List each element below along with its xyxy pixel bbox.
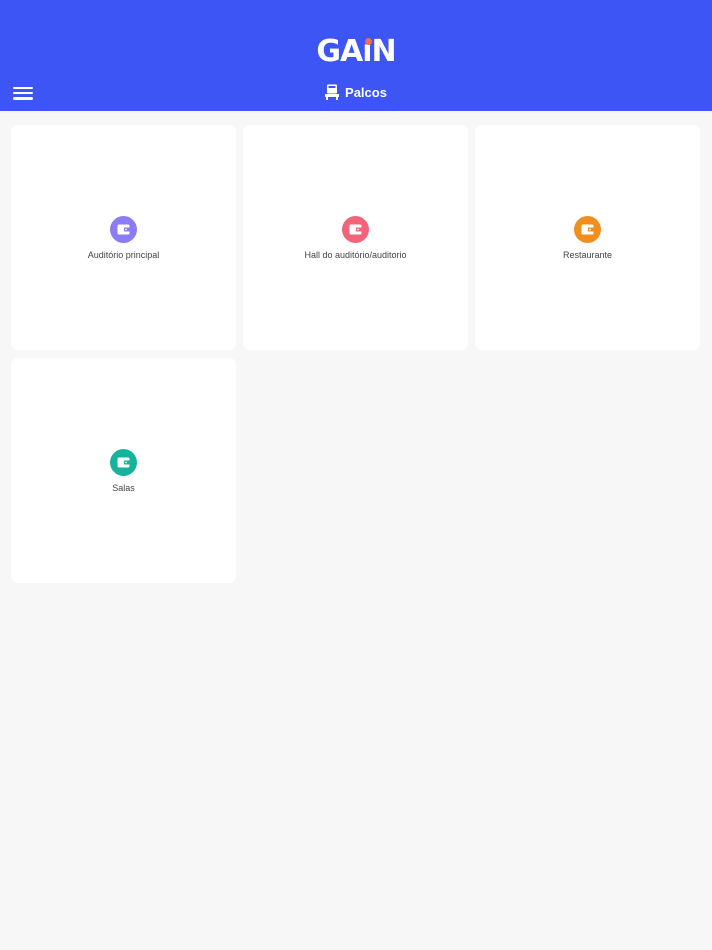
logo-text-left: GA [316, 34, 363, 69]
stage-card-label: Auditório principal [87, 250, 160, 260]
logo-text-right: N [371, 34, 397, 69]
page-title-text: Palcos [345, 85, 387, 100]
stage-card-hall-do-auditorio[interactable]: Hall do auditório/auditorio [243, 125, 468, 350]
stage-card-salas[interactable]: Salas [11, 358, 236, 583]
gain-logo: GAı N [0, 34, 712, 70]
stage-card-auditorio-principal[interactable]: Auditório principal [11, 125, 236, 350]
app-header: GAı N Palcos [0, 0, 712, 111]
wallet-icon [574, 216, 601, 243]
wallet-icon [110, 449, 137, 476]
stage-card-restaurante[interactable]: Restaurante [475, 125, 700, 350]
stage-card-label: Restaurante [562, 250, 613, 260]
wallet-icon [110, 216, 137, 243]
stage-card-label: Salas [112, 483, 135, 493]
logo-dot [364, 38, 372, 45]
wallet-icon [342, 216, 369, 243]
page-title: Palcos [0, 84, 712, 105]
logo-i: ı [362, 34, 372, 70]
stage-card-label: Hall do auditório/auditorio [304, 250, 407, 260]
stage-icon [325, 84, 340, 105]
